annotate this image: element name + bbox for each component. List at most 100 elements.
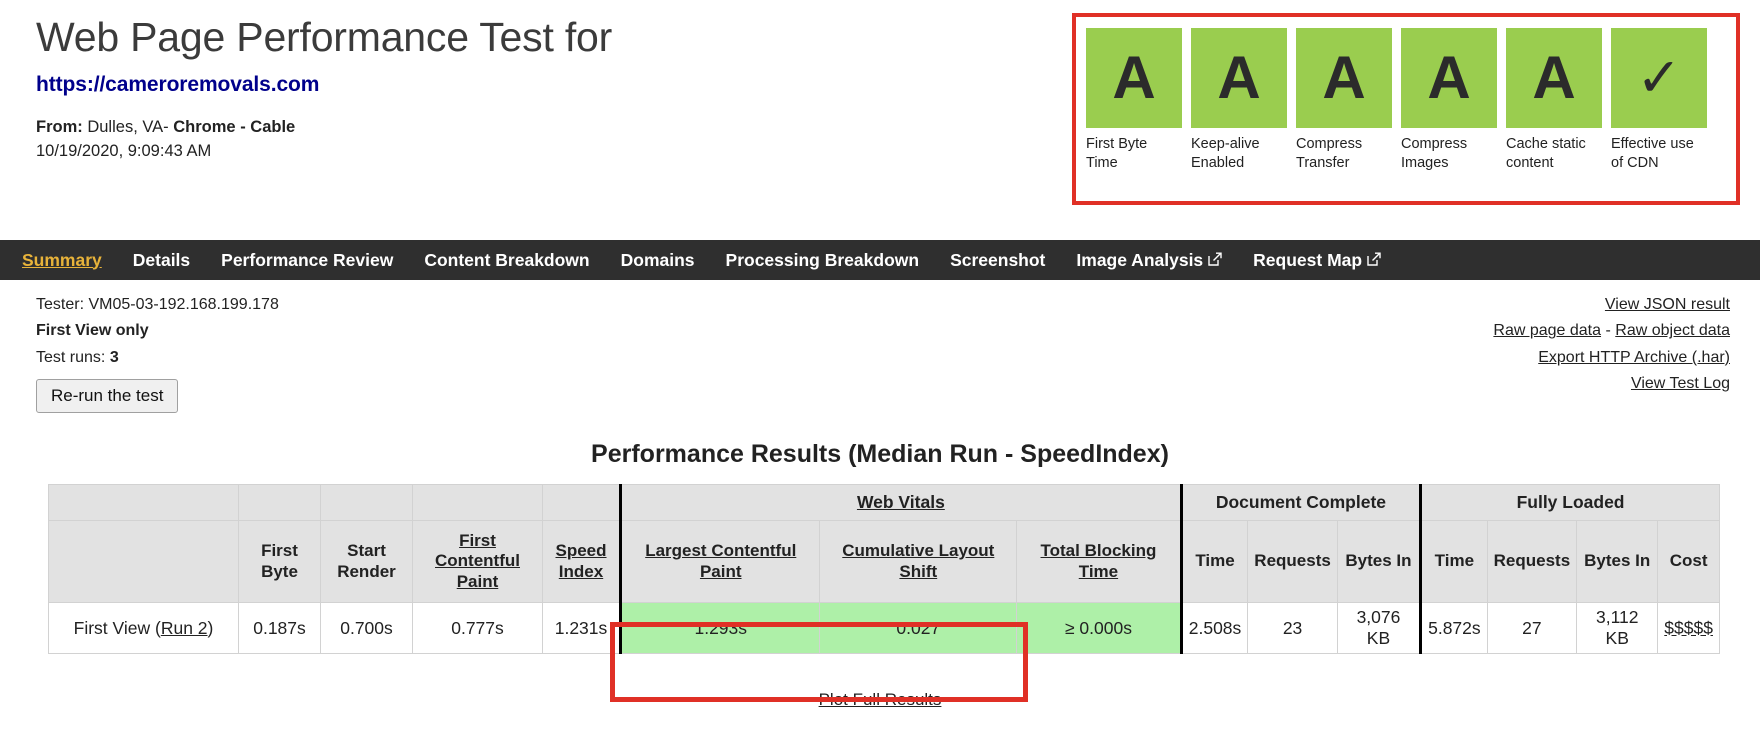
tab-processing-breakdown[interactable]: Processing Breakdown — [726, 250, 920, 271]
col-largest-contentful-paint[interactable]: Largest Contentful Paint — [618, 520, 821, 603]
grade-compress-images[interactable]: A Compress Images — [1401, 28, 1497, 172]
grade-first-byte-time[interactable]: A First Byte Time — [1086, 28, 1182, 172]
col-label: Start Render — [337, 541, 396, 581]
row-label-suffix: ) — [207, 617, 214, 638]
col-speed-index[interactable]: Speed Index — [542, 520, 621, 603]
grade-value: A — [1086, 28, 1182, 128]
tab-summary[interactable]: Summary — [22, 250, 102, 271]
col-label: Bytes In — [1345, 551, 1412, 571]
group-header-web-vitals[interactable]: Web Vitals — [619, 484, 1182, 521]
tab-label: Processing Breakdown — [725, 249, 920, 270]
cost-link[interactable]: $$$$$ — [1664, 618, 1713, 638]
grade-label: Effective use of CDN — [1611, 136, 1694, 171]
page-header: Web Page Performance Test for https://ca… — [36, 14, 996, 164]
corner-blank — [412, 484, 543, 521]
col-label: Bytes In — [1584, 551, 1651, 571]
row-label-first-view: First View (Run 2) — [48, 602, 239, 654]
grade-label: First Byte Time — [1086, 136, 1148, 171]
cell-fl-bytes-in: 3,112 KB — [1576, 602, 1659, 654]
tab-image-analysis[interactable]: Image Analysis — [1076, 250, 1222, 271]
raw-page-data-link[interactable]: Raw page data — [1493, 322, 1601, 339]
grade-keep-alive-enabled[interactable]: A Keep-alive Enabled — [1191, 28, 1287, 172]
run-link[interactable]: Run 2 — [161, 618, 208, 638]
row-label-prefix: First View ( — [73, 617, 161, 638]
row-label-header — [48, 520, 239, 603]
cell-total-blocking-time: ≥ 0.000s — [1016, 602, 1182, 654]
tab-screenshot[interactable]: Screenshot — [950, 250, 1045, 271]
corner-blank — [238, 484, 321, 521]
tested-url-link[interactable]: https://cameroremovals.com — [36, 73, 319, 97]
grade-cache-static-content[interactable]: A Cache static content — [1506, 28, 1602, 172]
test-runs-label: Test runs: — [36, 348, 106, 366]
tab-domains[interactable]: Domains — [621, 250, 695, 271]
from-connection: Cable — [250, 118, 296, 137]
col-first-contentful-paint[interactable]: First Contentful Paint — [412, 520, 543, 603]
from-sep-1: - — [163, 118, 169, 137]
tab-request-map[interactable]: Request Map — [1253, 250, 1381, 271]
view-json-result-link[interactable]: View JSON result — [1605, 296, 1730, 313]
result-links-block: View JSON result Raw page data - Raw obj… — [1493, 292, 1730, 398]
tab-details[interactable]: Details — [133, 250, 190, 271]
cell-fl-requests: 27 — [1486, 602, 1578, 654]
cell-first-byte: 0.187s — [238, 602, 321, 654]
col-first-byte: First Byte — [238, 520, 321, 603]
test-runs-line: Test runs: 3 — [36, 345, 279, 371]
tab-label: Content Breakdown — [424, 249, 590, 270]
col-dc-requests: Requests — [1247, 520, 1338, 603]
grade-value: A — [1401, 28, 1497, 128]
from-sep-2: - — [240, 118, 246, 137]
col-label: First Byte — [261, 541, 298, 581]
test-datetime: 10/19/2020, 9:09:43 AM — [36, 142, 212, 161]
group-header-document-complete: Document Complete — [1179, 484, 1422, 521]
raw-object-data-link[interactable]: Raw object data — [1615, 322, 1730, 339]
cell-dc-bytes-in: 3,076 KB — [1336, 602, 1422, 654]
view-mode-text: First View only — [36, 322, 149, 340]
cell-cumulative-layout-shift: 0.027 — [819, 602, 1018, 654]
corner-blank — [320, 484, 413, 521]
tab-performance-review[interactable]: Performance Review — [221, 250, 393, 271]
tester-value: VM05-03-192.168.199.178 — [88, 296, 279, 313]
results-heading: Performance Results (Median Run - SpeedI… — [591, 440, 1169, 468]
checkmark-icon: ✓ — [1611, 28, 1707, 128]
export-har-link[interactable]: Export HTTP Archive (.har) — [1538, 349, 1730, 366]
cell-start-render: 0.700s — [320, 602, 413, 654]
group-header-label: Fully Loaded — [1516, 492, 1625, 513]
col-label: Requests — [1493, 551, 1571, 571]
grade-value: A — [1296, 28, 1392, 128]
plot-full-results-link[interactable]: Plot Full Results — [819, 690, 942, 709]
external-link-icon — [1367, 250, 1381, 266]
group-header-label: Document Complete — [1215, 492, 1386, 513]
page-title: Web Page Performance Test for — [36, 14, 613, 60]
performance-results-table: Web Vitals Document Complete Fully Loade… — [48, 484, 1720, 654]
results-table-container: Web Vitals Document Complete Fully Loade… — [48, 484, 1720, 654]
rerun-test-button[interactable]: Re-run the test — [36, 379, 179, 414]
tester-line: Tester: VM05-03-192.168.199.178 — [36, 292, 279, 318]
cell-largest-contentful-paint: 1.293s — [618, 602, 821, 654]
view-test-log-link[interactable]: View Test Log — [1631, 375, 1730, 392]
corner-blank — [48, 484, 239, 521]
grades-panel: A First Byte Time A Keep-alive Enabled A… — [1086, 28, 1707, 172]
tab-label: Performance Review — [221, 249, 394, 270]
col-cost: Cost — [1657, 520, 1720, 603]
cell-dc-requests: 23 — [1247, 602, 1338, 654]
test-info-block: Tester: VM05-03-192.168.199.178 First Vi… — [36, 292, 279, 414]
col-dc-time: Time — [1179, 520, 1249, 603]
external-link-icon — [1208, 250, 1222, 266]
links-separator: - — [1605, 322, 1611, 340]
group-header-fully-loaded: Fully Loaded — [1419, 484, 1720, 521]
tester-label: Tester: — [36, 296, 85, 313]
tab-label: Request Map — [1253, 249, 1363, 270]
tab-content-breakdown[interactable]: Content Breakdown — [424, 250, 589, 271]
tab-label: Screenshot — [950, 249, 1046, 270]
grade-label: Keep-alive Enabled — [1191, 136, 1260, 171]
corner-blank — [542, 484, 621, 521]
col-total-blocking-time[interactable]: Total Blocking Time — [1016, 520, 1182, 603]
grade-compress-transfer[interactable]: A Compress Transfer — [1296, 28, 1392, 172]
from-browser: Chrome — [173, 118, 236, 137]
col-cumulative-layout-shift[interactable]: Cumulative Layout Shift — [819, 520, 1018, 603]
col-fl-requests: Requests — [1486, 520, 1578, 603]
grade-label: Cache static content — [1506, 136, 1586, 171]
col-label: Speed Index — [555, 541, 607, 581]
table-row: First View (Run 2) 0.187s 0.700s 0.777s … — [48, 602, 1720, 654]
grade-effective-use-of-cdn[interactable]: ✓ Effective use of CDN — [1611, 28, 1707, 172]
